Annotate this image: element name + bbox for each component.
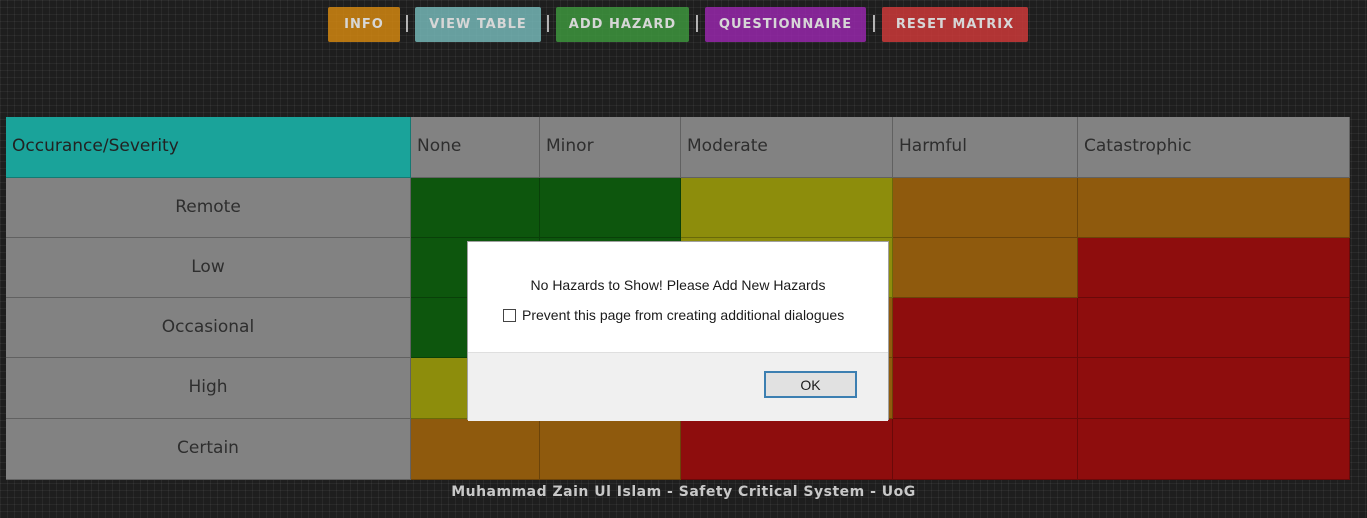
severity-header-catastrophic: Catastrophic [1078, 117, 1350, 178]
toolbar-separator: | [871, 13, 877, 33]
toolbar-separator: | [545, 13, 551, 33]
view-table-button[interactable]: VIEW TABLE [415, 7, 541, 42]
toolbar: INFO | VIEW TABLE | ADD HAZARD | QUESTIO… [0, 7, 1367, 43]
occurrence-label-high: High [6, 358, 411, 419]
questionnaire-button[interactable]: QUESTIONNAIRE [705, 7, 866, 42]
severity-header-moderate: Moderate [681, 117, 893, 178]
info-button[interactable]: INFO [328, 7, 400, 42]
matrix-cell-remote-none[interactable] [411, 178, 540, 238]
footer-credit: Muhammad Zain Ul Islam - Safety Critical… [451, 484, 916, 500]
matrix-cell-remote-catastrophic[interactable] [1078, 178, 1350, 238]
prevent-dialogs-label[interactable]: Prevent this page from creating addition… [522, 307, 844, 323]
matrix-cell-certain-catastrophic[interactable] [1078, 419, 1350, 480]
matrix-cell-occasional-catastrophic[interactable] [1078, 298, 1350, 358]
matrix-cell-certain-none[interactable] [411, 419, 540, 480]
toolbar-separator: | [694, 13, 700, 33]
severity-header-minor: Minor [540, 117, 681, 178]
matrix-cell-high-catastrophic[interactable] [1078, 358, 1350, 419]
add-hazard-button[interactable]: ADD HAZARD [556, 7, 689, 42]
dialog-footer: OK [468, 352, 888, 421]
matrix-cell-low-harmful[interactable] [893, 238, 1078, 298]
alert-dialog: No Hazards to Show! Please Add New Hazar… [467, 241, 889, 421]
prevent-dialogs-option[interactable]: Prevent this page from creating addition… [503, 307, 844, 323]
matrix-cell-remote-moderate[interactable] [681, 178, 893, 238]
matrix-cell-remote-harmful[interactable] [893, 178, 1078, 238]
prevent-dialogs-checkbox[interactable] [503, 308, 516, 322]
severity-header-none: None [411, 117, 540, 178]
severity-header-harmful: Harmful [893, 117, 1078, 178]
matrix-cell-certain-harmful[interactable] [893, 419, 1078, 480]
dialog-message: No Hazards to Show! Please Add New Hazar… [530, 277, 826, 293]
toolbar-separator: | [404, 13, 410, 33]
matrix-cell-occasional-harmful[interactable] [893, 298, 1078, 358]
matrix-corner-header: Occurance/Severity [6, 117, 411, 178]
occurrence-label-certain: Certain [6, 419, 411, 480]
occurrence-label-low: Low [6, 238, 411, 298]
ok-button[interactable]: OK [764, 371, 857, 398]
matrix-cell-high-harmful[interactable] [893, 358, 1078, 419]
occurrence-label-remote: Remote [6, 178, 411, 238]
matrix-cell-remote-minor[interactable] [540, 178, 681, 238]
matrix-cell-certain-minor[interactable] [540, 419, 681, 480]
matrix-cell-certain-moderate[interactable] [681, 419, 893, 480]
matrix-cell-low-catastrophic[interactable] [1078, 238, 1350, 298]
reset-matrix-button[interactable]: RESET MATRIX [882, 7, 1028, 42]
occurrence-label-occasional: Occasional [6, 298, 411, 358]
